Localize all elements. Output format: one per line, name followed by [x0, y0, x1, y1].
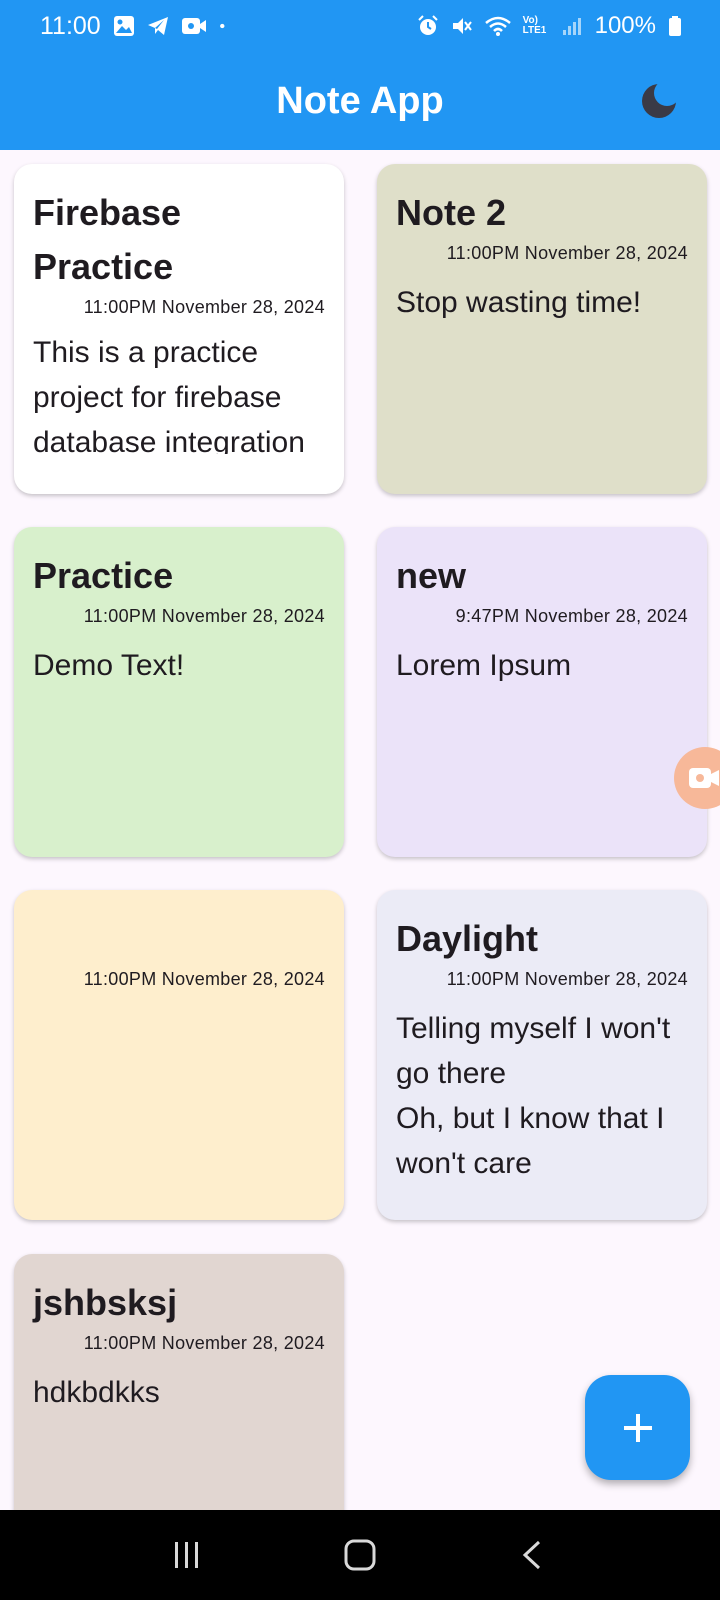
note-body: Stop wasting time!: [396, 286, 642, 319]
note-card-daylight[interactable]: Daylight 11:00PM November 28, 2024 Telli…: [377, 890, 707, 1220]
note-body: hdkbdkks: [33, 1376, 160, 1409]
video-camera-icon: [689, 768, 719, 788]
note-title: [33, 912, 325, 966]
note-body: Lorem Ipsum: [396, 649, 572, 682]
note-date: 9:47PM November 28, 2024: [455, 606, 688, 626]
note-card-new[interactable]: new 9:47PM November 28, 2024 Lorem Ipsum: [377, 527, 707, 857]
note-title: Note 2: [396, 192, 507, 233]
note-title: Firebase Practice: [33, 192, 182, 287]
note-date: 11:00PM November 28, 2024: [83, 1333, 325, 1353]
moon-icon[interactable]: [638, 80, 680, 122]
signal-icon: [562, 18, 581, 35]
mute-icon: [452, 18, 472, 34]
add-note-button[interactable]: [585, 1375, 690, 1480]
note-card-untitled[interactable]: 11:00PM November 28, 2024: [14, 890, 344, 1220]
telegram-icon: [147, 17, 168, 35]
back-button[interactable]: [503, 1525, 563, 1585]
note-date: 11:00PM November 28, 2024: [83, 969, 325, 989]
status-time: 11:00: [40, 11, 101, 40]
battery-percentage: 100%: [594, 12, 656, 39]
video-icon: [181, 18, 206, 34]
dot-icon: [219, 23, 225, 29]
note-title: Practice: [33, 555, 174, 596]
note-title: jshbsksj: [33, 1282, 178, 1323]
page-title: Note App: [276, 79, 444, 122]
note-date: 11:00PM November 28, 2024: [83, 606, 325, 626]
status-bar-left: 11:00: [40, 12, 231, 41]
note-app-screen: 11:00 Vo) LTE1 100% Note App Firebase Pr…: [0, 0, 720, 1600]
note-card-jshbsksj[interactable]: jshbsksj 11:00PM November 28, 2024 hdkbd…: [14, 1254, 344, 1510]
wifi-icon: [484, 16, 511, 36]
note-date: 11:00PM November 28, 2024: [446, 969, 688, 989]
app-bar: Note App: [0, 52, 720, 150]
home-icon: [344, 1539, 376, 1571]
note-title: Daylight: [396, 918, 539, 959]
note-body: Telling myself I won't go there Oh, but …: [396, 1012, 671, 1180]
note-body: This is a practice project for firebase …: [33, 336, 305, 454]
note-body-container: This is a practice project for firebase …: [33, 318, 325, 454]
status-bar-right: Vo) LTE1 100%: [417, 12, 682, 40]
gallery-icon: [113, 16, 134, 36]
note-body-container: Telling myself I won't go there Oh, but …: [396, 990, 688, 1180]
home-button[interactable]: [330, 1525, 390, 1585]
recent-apps-button[interactable]: [157, 1525, 217, 1585]
alarm-icon: [417, 15, 438, 35]
plus-icon: [623, 1413, 652, 1442]
note-card-firebase-practice[interactable]: Firebase Practice 11:00PM November 28, 2…: [14, 164, 344, 494]
note-date: 11:00PM November 28, 2024: [83, 297, 325, 317]
back-icon: [523, 1540, 541, 1570]
note-date: 11:00PM November 28, 2024: [446, 243, 688, 263]
note-card-practice[interactable]: Practice 11:00PM November 28, 2024 Demo …: [14, 527, 344, 857]
network-label: Vo) LTE1: [522, 15, 547, 36]
note-title: new: [396, 555, 467, 596]
system-nav-bar: [0, 1510, 720, 1600]
battery-icon: [669, 16, 681, 36]
recent-apps-icon: [174, 1542, 198, 1568]
note-body: Demo Text!: [33, 649, 185, 682]
status-bar: 11:00 Vo) LTE1 100%: [0, 0, 720, 52]
note-card-note-2[interactable]: Note 2 11:00PM November 28, 2024 Stop wa…: [377, 164, 707, 494]
notes-grid: Firebase Practice 11:00PM November 28, 2…: [0, 150, 720, 1510]
